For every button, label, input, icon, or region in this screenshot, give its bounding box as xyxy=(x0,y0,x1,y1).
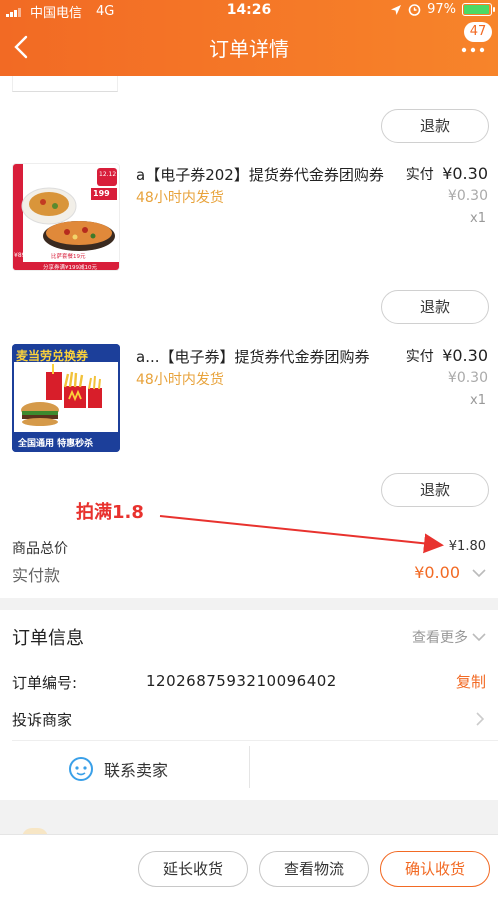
item-delivery-2: 48小时内发货 xyxy=(136,372,224,388)
chat-bubble-icon xyxy=(69,757,93,781)
order-items-card: 退款 12.12 199 比萨套餐19元 分享券满¥199减10元 ¥89 a【… xyxy=(0,76,498,598)
app-header: 中国电信 4G 14:26 97% 订单详情 47 xyxy=(0,0,498,76)
alarm-icon xyxy=(408,4,421,16)
order-no-label: 订单编号: xyxy=(12,674,78,692)
item-real-price-1: 实付 ¥0.30 xyxy=(406,164,488,184)
paid-value: ¥0.00 xyxy=(414,563,460,582)
item-image-mcdonalds[interactable]: 麦当劳兑换券 全国通用 特惠秒杀 xyxy=(12,344,120,452)
item-orig-price-2: ¥0.30 xyxy=(447,370,488,386)
mcd-top-text: 麦当劳兑换券 xyxy=(16,349,89,363)
view-logistics-button[interactable]: 查看物流 xyxy=(259,851,369,887)
order-no-value: 1202687593210096402 xyxy=(146,672,337,690)
item-delivery-1: 48小时内发货 xyxy=(136,190,224,206)
page-title: 订单详情 xyxy=(209,37,289,61)
refund-button-2[interactable]: 退款 xyxy=(381,290,489,324)
status-right: 97% xyxy=(390,2,495,17)
complaint-link[interactable]: 投诉商家 xyxy=(12,709,72,730)
mcd-bottom-text: 全国通用 特惠秒杀 xyxy=(18,439,94,449)
paid-label: 实付款 xyxy=(12,566,61,585)
view-more-link[interactable]: 查看更多 xyxy=(412,627,486,647)
info-divider xyxy=(12,740,498,741)
item-title-1[interactable]: a【电子券202】提货券代金券团购券 xyxy=(136,164,384,185)
order-info-section: 订单信息 查看更多 订单编号: 1202687593210096402 复制 投… xyxy=(0,610,498,800)
previous-item-image-edge xyxy=(12,76,118,92)
more-icon[interactable] xyxy=(458,40,488,60)
extend-receipt-button[interactable]: 延长收货 xyxy=(138,851,248,887)
pizza-small-price: ¥89 xyxy=(14,252,26,259)
pizza-foot-text: 分享券满¥199减10元 xyxy=(43,265,97,271)
item-real-price-2: 实付 ¥0.30 xyxy=(406,346,488,366)
battery-icon xyxy=(462,3,495,16)
contact-seller-label: 联系卖家 xyxy=(104,761,169,780)
chevron-right-icon xyxy=(476,712,484,726)
refund-button-1[interactable]: 退款 xyxy=(381,109,489,143)
copy-button[interactable]: 复制 xyxy=(456,671,486,692)
item-qty-2: x1 xyxy=(470,393,486,408)
contact-seller-button[interactable]: 联系卖家 xyxy=(68,756,168,782)
real-price-value-1: ¥0.30 xyxy=(442,164,488,183)
goods-total-value: ¥1.80 xyxy=(448,539,486,554)
chevron-down-icon xyxy=(472,633,486,642)
message-badge: 47 xyxy=(464,22,492,42)
item-orig-price-1: ¥0.30 xyxy=(447,188,488,204)
chevron-down-icon[interactable] xyxy=(472,568,486,578)
annotation-text: 拍满1.8 xyxy=(76,502,144,523)
location-icon xyxy=(391,4,402,15)
order-info-title: 订单信息 xyxy=(12,628,84,649)
refund-button-3[interactable]: 退款 xyxy=(381,473,489,507)
real-price-value-2: ¥0.30 xyxy=(442,346,488,365)
item-image-pizza[interactable]: 12.12 199 比萨套餐19元 分享券满¥199减10元 ¥89 xyxy=(12,163,120,271)
battery-percent: 97% xyxy=(427,2,456,17)
pizza-promo-text: 比萨套餐19元 xyxy=(51,254,86,260)
real-price-label-2: 实付 xyxy=(405,349,434,365)
item-title-2[interactable]: a...【电子券】提货券代金券团购券 xyxy=(136,346,370,367)
bottom-action-bar: 延长收货 查看物流 确认收货 xyxy=(0,834,498,897)
pizza-tag-text: 12.12 xyxy=(99,171,117,178)
goods-total-label: 商品总价 xyxy=(12,541,68,557)
real-price-label-1: 实付 xyxy=(405,167,434,183)
status-bar: 中国电信 4G 14:26 97% xyxy=(0,0,498,22)
item-qty-1: x1 xyxy=(470,211,486,226)
contact-divider xyxy=(249,746,250,788)
pizza-price-text: 199 xyxy=(93,189,110,198)
confirm-receipt-button[interactable]: 确认收货 xyxy=(380,851,490,887)
view-more-label: 查看更多 xyxy=(412,630,468,646)
